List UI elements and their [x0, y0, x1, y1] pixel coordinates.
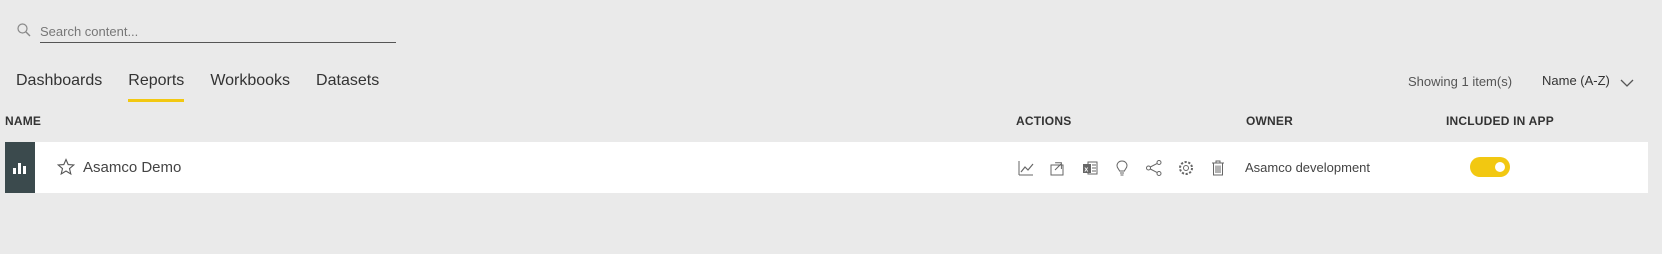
- owner-name: Asamco development: [1245, 160, 1371, 175]
- sort-label: Name (A-Z): [1542, 73, 1610, 88]
- search-box: [16, 20, 396, 44]
- column-header-name: NAME: [5, 114, 42, 128]
- tab-datasets[interactable]: Datasets: [316, 72, 379, 102]
- svg-text:x: x: [1084, 166, 1088, 173]
- item-count: Showing 1 item(s): [1408, 74, 1513, 89]
- column-header-actions: ACTIONS: [1016, 114, 1072, 128]
- share-nodes-icon[interactable]: [1144, 158, 1164, 178]
- content-tabs: Dashboards Reports Workbooks Datasets: [16, 72, 405, 102]
- row-actions: x: [1016, 158, 1240, 178]
- search-icon: [16, 22, 32, 38]
- content-list-page: Dashboards Reports Workbooks Datasets Sh…: [0, 0, 1662, 254]
- favorite-star-icon[interactable]: [56, 158, 76, 176]
- tab-workbooks[interactable]: Workbooks: [210, 72, 290, 102]
- table-row: Asamco Demo x Asamco development: [5, 142, 1648, 193]
- share-icon[interactable]: [1048, 158, 1068, 178]
- column-header-included-in-app: INCLUDED IN APP: [1446, 114, 1554, 128]
- lightbulb-icon[interactable]: [1112, 158, 1132, 178]
- delete-icon[interactable]: [1208, 158, 1228, 178]
- tab-dashboards[interactable]: Dashboards: [16, 72, 102, 102]
- column-header-owner: OWNER: [1246, 114, 1293, 128]
- line-chart-icon[interactable]: [1016, 158, 1036, 178]
- tab-reports[interactable]: Reports: [128, 72, 185, 102]
- chevron-down-icon: [1620, 76, 1634, 87]
- sort-dropdown[interactable]: Name (A-Z): [1542, 73, 1634, 88]
- toggle-knob: [1495, 162, 1505, 172]
- report-title[interactable]: Asamco Demo: [83, 159, 181, 176]
- included-in-app-toggle[interactable]: [1470, 157, 1510, 177]
- search-input[interactable]: [40, 20, 396, 43]
- report-icon: [5, 142, 35, 193]
- excel-icon[interactable]: x: [1080, 158, 1100, 178]
- settings-icon[interactable]: [1176, 158, 1196, 178]
